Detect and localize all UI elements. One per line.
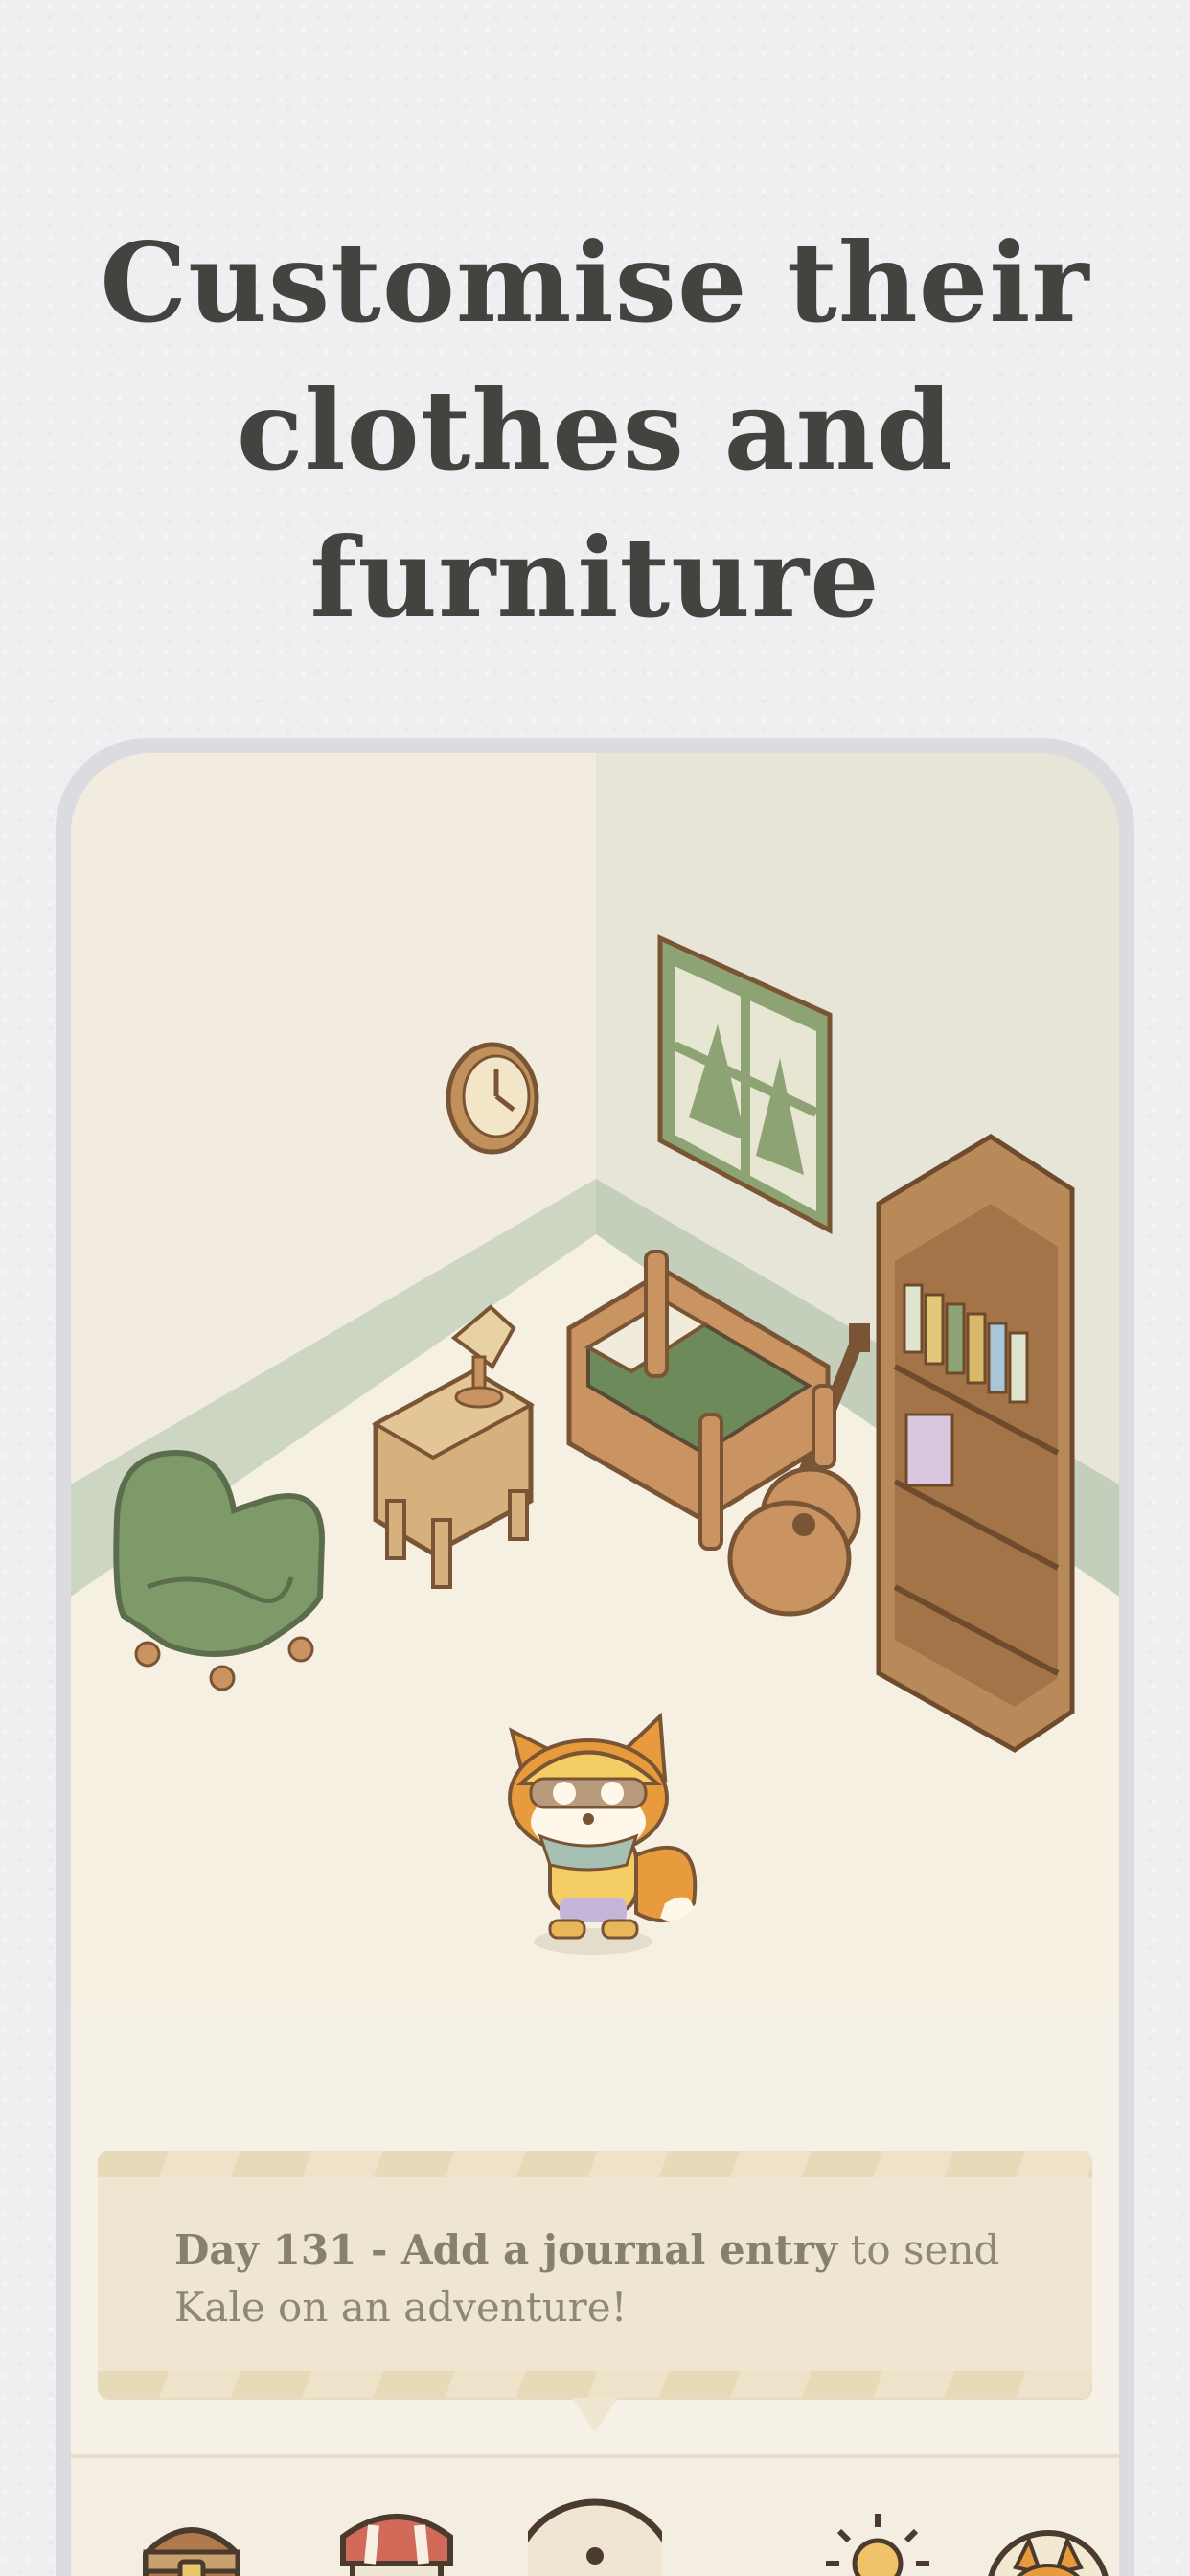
tab-weather[interactable] [811,2496,945,2576]
bubble-icon [509,2498,681,2576]
journal-tape-top [98,2150,1092,2177]
headline: Customise their clothes and furniture [0,209,1190,652]
shop-icon [340,2514,453,2576]
headline-line-3: furniture [309,514,881,642]
journal-tape-bottom [98,2371,1092,2398]
tab-bar [71,2454,1119,2576]
treasure-chest-icon [143,2527,240,2576]
tab-profile[interactable] [981,2496,1115,2576]
wall-clock-icon[interactable] [446,1042,539,1155]
phone-screen: Day 131 - Add a journal entry to send Ka… [71,753,1119,2576]
headline-line-2: clothes and [236,366,954,494]
journal-message: Day 131 - Add a journal entry to send Ka… [174,2221,1018,2336]
journal-day-prompt: Day 131 - Add a journal entry [174,2226,838,2273]
headline-line-1: Customise their [100,218,1090,347]
bookshelf-icon[interactable] [876,1134,1075,1753]
tab-treasure-chest[interactable] [125,2496,259,2576]
fox-profile-icon [988,2530,1109,2576]
journal-card[interactable]: Day 131 - Add a journal entry to send Ka… [98,2150,1092,2398]
sun-icon [826,2514,929,2576]
room-scene [71,753,1119,2009]
tab-shop[interactable] [330,2496,464,2576]
journal-pointer [572,2398,618,2432]
tab-bubble[interactable] [509,2496,681,2576]
